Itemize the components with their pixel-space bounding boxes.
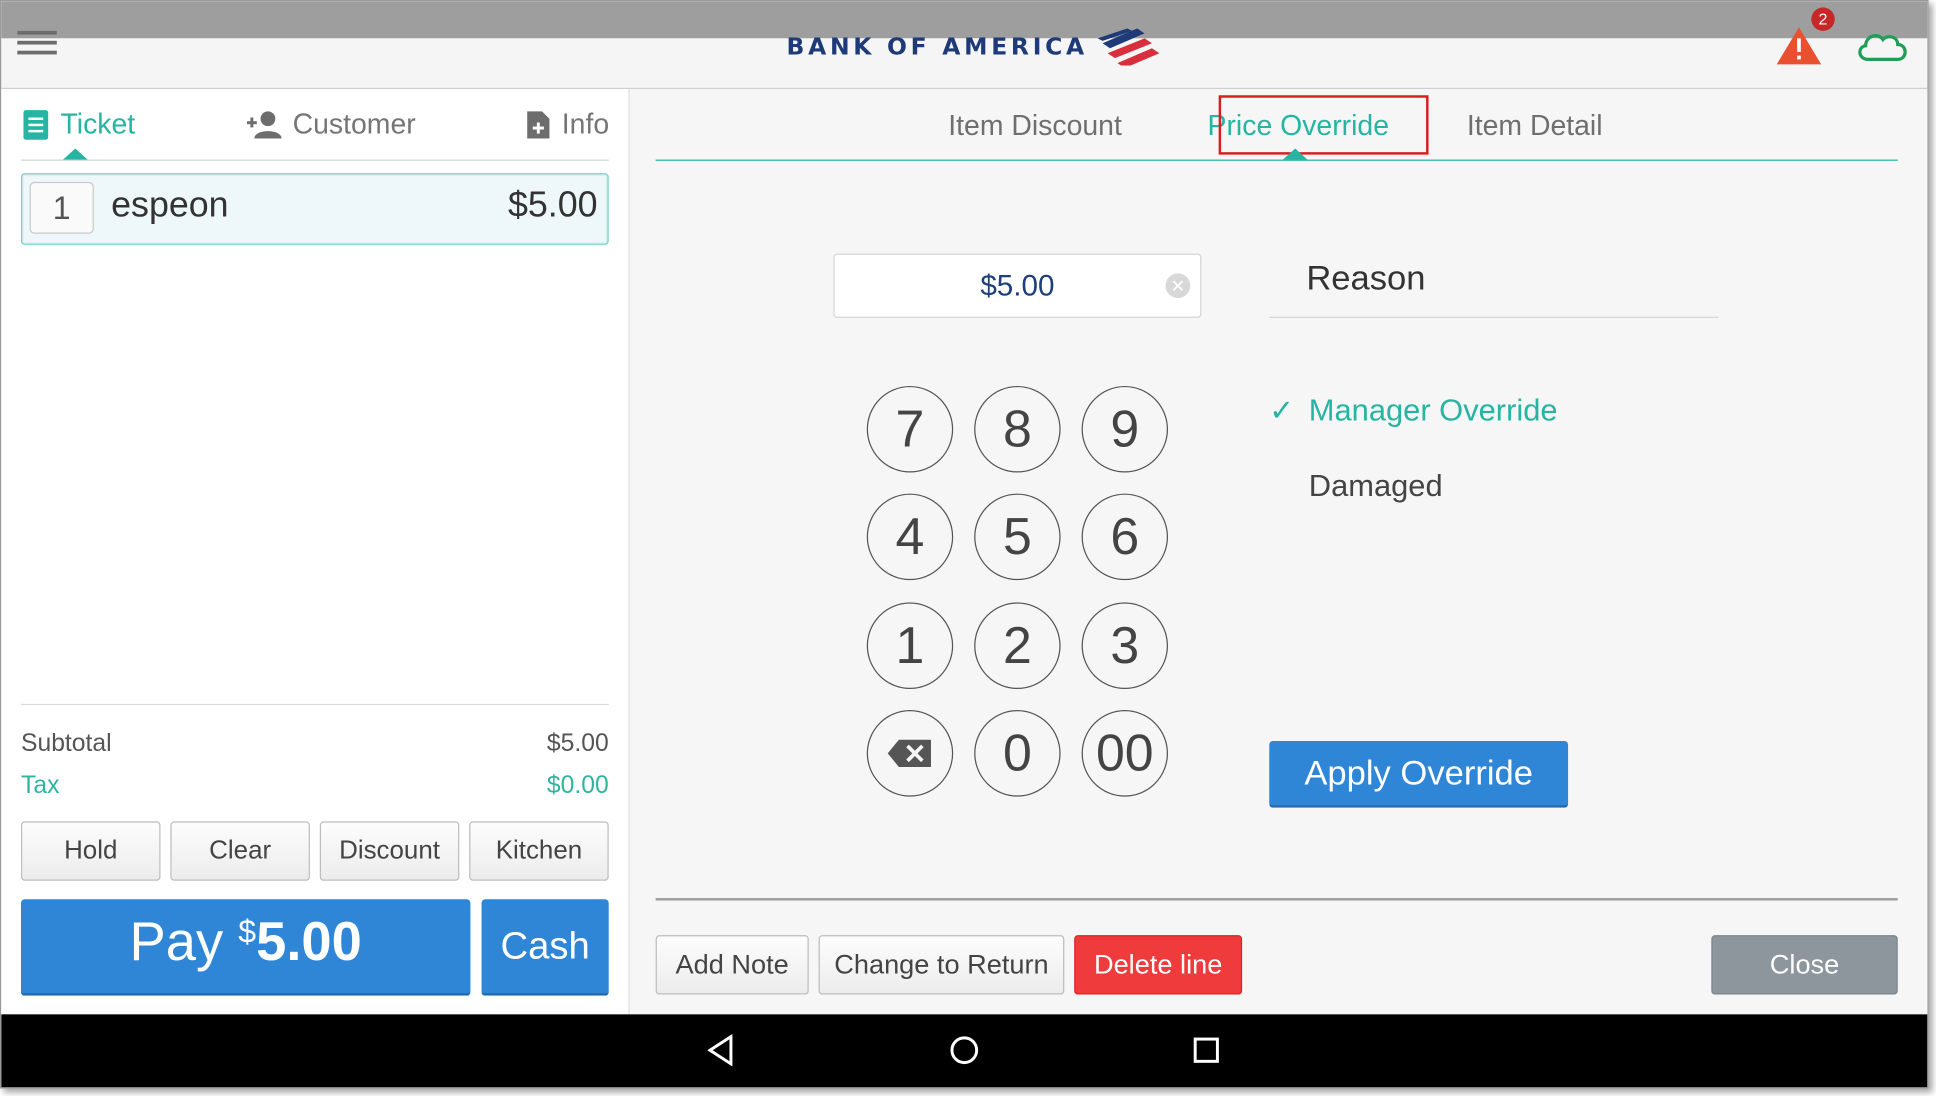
kitchen-button[interactable]: Kitchen <box>469 821 609 881</box>
tax-label: Tax <box>20 771 60 800</box>
highlight-annotation <box>1218 95 1429 155</box>
ticket-icon <box>23 109 49 140</box>
pay-button[interactable]: Pay $5.00 <box>20 899 471 996</box>
backspace-key[interactable] <box>866 710 954 797</box>
item-price: $5.00 <box>507 185 598 226</box>
tab-item-discount[interactable]: Item Discount <box>948 109 1122 142</box>
reason-option-damaged[interactable]: ✓Damaged <box>1269 468 1443 505</box>
app-window: BANK OF AMERICA 2 Ticket Customer Info 1… <box>0 0 1929 1089</box>
item-name: espeon <box>111 185 229 226</box>
ticket-panel: Ticket Customer Info 1 espeon $5.00 Subt… <box>1 89 630 1015</box>
pay-currency: $ <box>238 912 257 951</box>
pay-label: Pay <box>129 911 224 973</box>
ticket-line-item[interactable]: 1 espeon $5.00 <box>20 173 609 245</box>
key-9[interactable]: 9 <box>1081 385 1169 473</box>
tab-indicator <box>1282 148 1308 160</box>
delete-line-button[interactable]: Delete line <box>1074 935 1243 995</box>
subtotal-label: Subtotal <box>20 729 112 758</box>
clear-button[interactable]: Clear <box>170 821 310 881</box>
pay-amount: 5.00 <box>256 911 362 973</box>
tab-ticket-label: Ticket <box>60 107 136 140</box>
override-amount-value: $5.00 <box>980 269 1055 304</box>
tab-ticket[interactable]: Ticket <box>21 108 135 141</box>
ticket-tabs: Ticket Customer Info <box>20 89 609 161</box>
key-2[interactable]: 2 <box>974 602 1061 690</box>
item-quantity[interactable]: 1 <box>29 181 94 234</box>
hold-button[interactable]: Hold <box>20 821 161 881</box>
item-edit-tabs: Item Discount Price Override Item Detail <box>655 89 1898 161</box>
home-nav-icon[interactable] <box>948 1034 980 1066</box>
key-3[interactable]: 3 <box>1081 602 1169 690</box>
reason-label: Damaged <box>1308 468 1443 504</box>
backspace-icon <box>887 739 931 767</box>
check-icon: ✓ <box>1269 394 1295 429</box>
close-button[interactable]: Close <box>1711 935 1898 995</box>
subtotal-value: $5.00 <box>546 729 609 758</box>
tab-info[interactable]: Info <box>525 108 609 141</box>
apply-override-button[interactable]: Apply Override <box>1269 740 1569 808</box>
tab-item-detail[interactable]: Item Detail <box>1467 109 1603 142</box>
item-edit-panel: Item Discount Price Override Item Detail… <box>629 89 1928 1015</box>
key-1[interactable]: 1 <box>866 602 954 690</box>
brand-name: BANK OF AMERICA <box>786 33 1088 61</box>
reason-heading: Reason <box>1306 258 1426 297</box>
key-8[interactable]: 8 <box>974 385 1061 473</box>
tab-customer[interactable]: Customer <box>246 108 416 141</box>
alert-count-badge: 2 <box>1811 7 1835 31</box>
reason-divider <box>1269 316 1719 318</box>
clear-input-icon[interactable]: ✕ <box>1165 273 1191 299</box>
footer-divider <box>655 898 1898 901</box>
tab-indicator <box>62 148 88 160</box>
cash-button[interactable]: Cash <box>481 899 609 996</box>
flag-icon <box>1097 28 1160 66</box>
reason-option-manager-override[interactable]: ✓ Manager Override <box>1269 393 1557 429</box>
brand-logo: BANK OF AMERICA <box>787 26 1160 68</box>
discount-button[interactable]: Discount <box>319 821 460 881</box>
override-amount-input[interactable]: $5.00 ✕ <box>833 253 1202 318</box>
recents-nav-icon[interactable] <box>1191 1034 1221 1066</box>
menu-icon[interactable] <box>17 30 57 61</box>
alert-icon[interactable] <box>1774 24 1823 69</box>
pay-content: Pay $5.00 <box>21 912 470 974</box>
tab-info-label: Info <box>561 107 610 140</box>
totals-divider <box>20 703 609 706</box>
key-0[interactable]: 0 <box>974 710 1061 797</box>
stage: BANK OF AMERICA 2 Ticket Customer Info 1… <box>0 0 1936 1096</box>
change-to-return-button[interactable]: Change to Return <box>818 935 1065 995</box>
add-customer-icon <box>246 110 282 138</box>
key-6[interactable]: 6 <box>1081 493 1169 581</box>
info-doc-icon <box>527 110 550 138</box>
app-bar: BANK OF AMERICA 2 <box>1 7 1928 90</box>
add-note-button[interactable]: Add Note <box>655 935 809 995</box>
key-5[interactable]: 5 <box>974 493 1061 581</box>
cloud-icon[interactable] <box>1853 26 1910 66</box>
back-nav-icon[interactable] <box>706 1034 736 1067</box>
key-00[interactable]: 00 <box>1081 710 1169 797</box>
system-nav-bar <box>1 1014 1928 1088</box>
key-7[interactable]: 7 <box>866 385 954 473</box>
key-4[interactable]: 4 <box>866 493 954 581</box>
tax-value: $0.00 <box>546 771 609 800</box>
reason-label: Manager Override <box>1308 393 1558 429</box>
tab-customer-label: Customer <box>292 107 416 140</box>
